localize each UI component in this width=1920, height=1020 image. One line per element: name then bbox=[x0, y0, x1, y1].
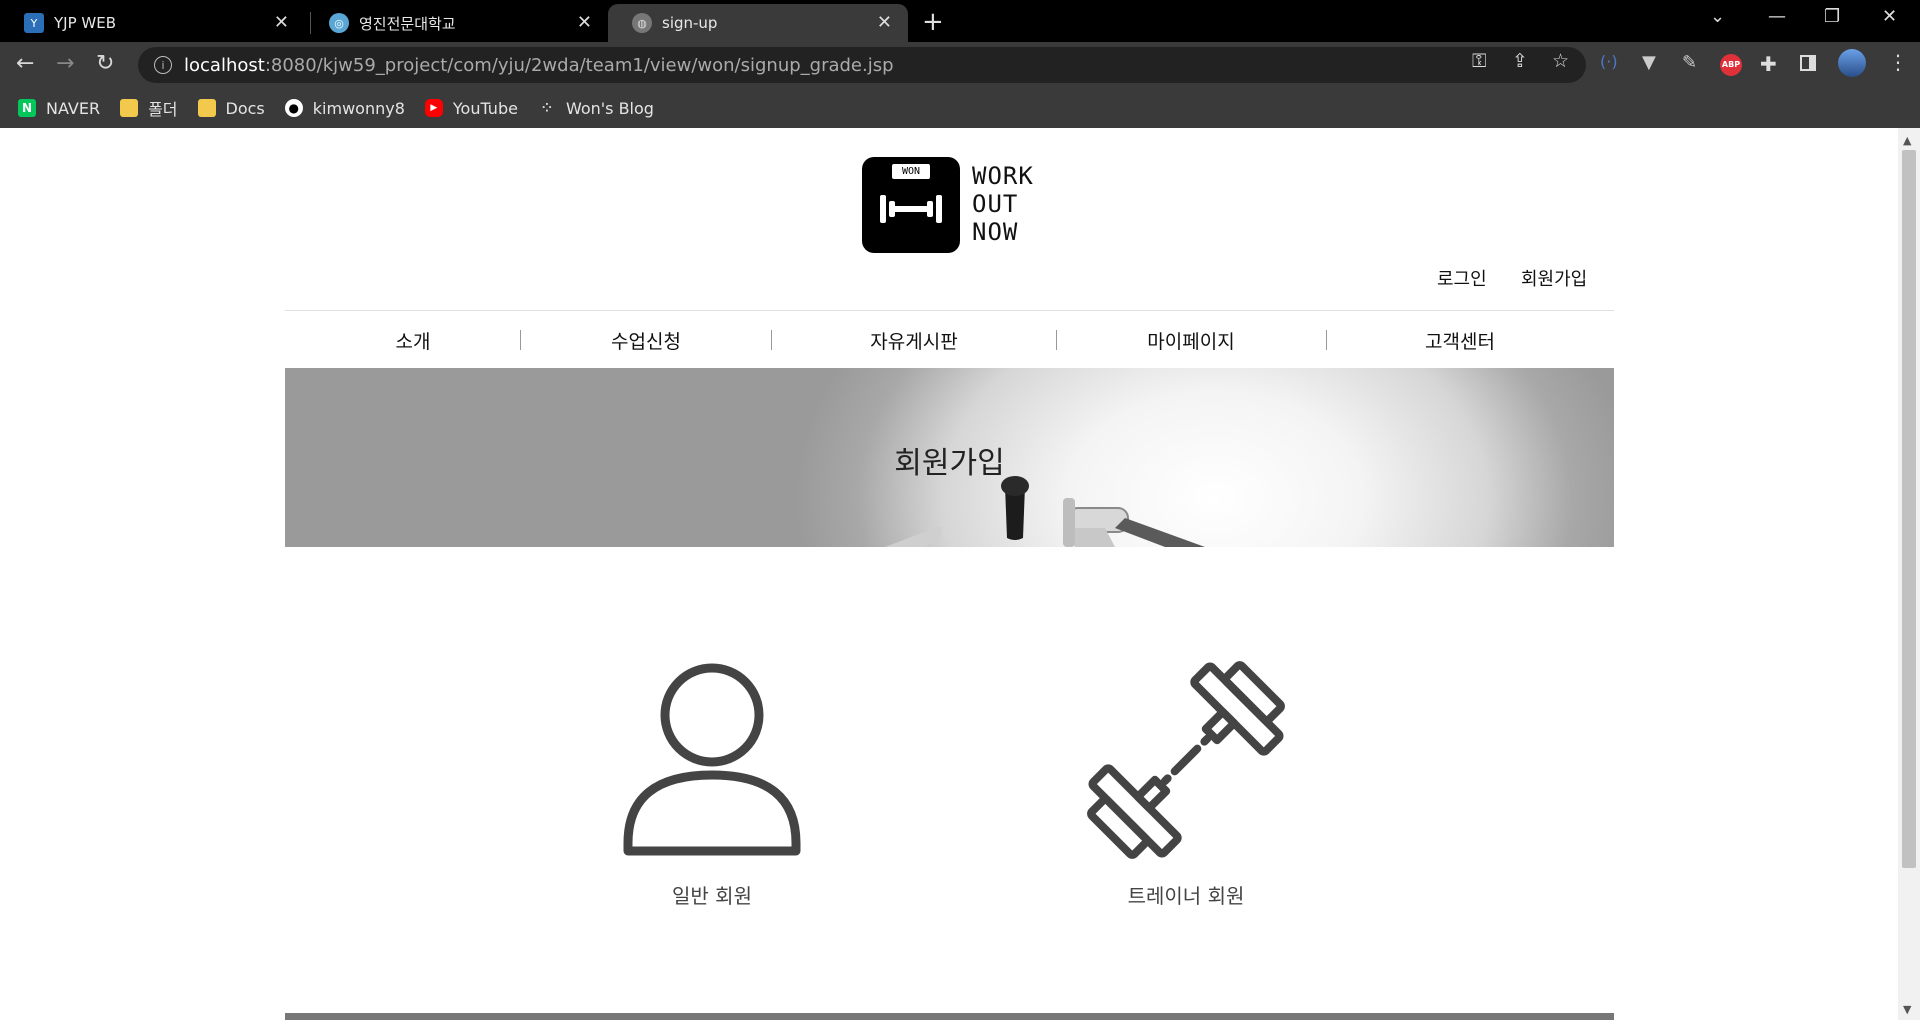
tab-title: 영진전문대학교 bbox=[359, 14, 456, 33]
hero-banner: 회원가입 bbox=[285, 368, 1614, 547]
trainer-member-label: 트레이너 회원 bbox=[1127, 884, 1245, 908]
tab-title: YJP WEB bbox=[54, 14, 116, 32]
browser-toolbar: ← → ↻ i localhost:8080/kjw59_project/com… bbox=[0, 42, 1920, 88]
dumbbell-icon bbox=[1087, 661, 1285, 859]
header-divider bbox=[285, 310, 1614, 311]
footer-edge bbox=[285, 1013, 1614, 1020]
more-menu-icon[interactable]: ⋮ bbox=[1888, 50, 1908, 74]
bookmark-label: NAVER bbox=[46, 98, 101, 118]
signup-link[interactable]: 회원가입 bbox=[1521, 265, 1587, 291]
back-arrow-icon[interactable]: ← bbox=[16, 51, 34, 76]
bookmark-label: 폴더 bbox=[148, 100, 178, 119]
minimize-icon[interactable]: — bbox=[1768, 6, 1786, 27]
globe-icon: ◍ bbox=[632, 13, 652, 33]
new-tab-button[interactable]: + bbox=[922, 7, 944, 37]
tab-yjp-web[interactable]: Y YJP WEB ✕ bbox=[0, 4, 305, 42]
github-icon: ● bbox=[284, 99, 303, 117]
tab-yju[interactable]: ◎ 영진전문대학교 ✕ bbox=[305, 4, 608, 42]
bookmark-folder[interactable]: 폴더 bbox=[120, 96, 178, 120]
tab-sign-up[interactable]: ◍ sign-up ✕ bbox=[608, 4, 908, 42]
tistory-icon: ⁘ bbox=[541, 101, 552, 115]
menu-divider bbox=[1326, 330, 1327, 350]
window-close-icon[interactable]: ✕ bbox=[1882, 6, 1897, 27]
browser-tab-bar: Y YJP WEB ✕ ◎ 영진전문대학교 ✕ ◍ sign-up ✕ + ⌄ … bbox=[0, 0, 1920, 42]
bookmark-label: Docs bbox=[225, 98, 265, 118]
abp-label: ABP bbox=[1721, 60, 1741, 69]
bookmark-docs[interactable]: Docs bbox=[197, 98, 265, 118]
folder-icon bbox=[197, 99, 216, 117]
menu-item-class-apply[interactable]: 수업신청 bbox=[611, 327, 681, 354]
close-tab-icon[interactable]: ✕ bbox=[274, 12, 289, 33]
close-tab-icon[interactable]: ✕ bbox=[877, 12, 892, 33]
person-icon bbox=[623, 663, 801, 856]
url-host: localhost bbox=[184, 54, 265, 76]
yju-favicon-icon: ◎ bbox=[329, 13, 349, 33]
trainer-member-option[interactable]: 트레이너 회원 bbox=[1066, 655, 1306, 915]
general-member-label: 일반 회원 bbox=[672, 884, 752, 908]
tab-search-chevron-icon[interactable]: ⌄ bbox=[1710, 6, 1725, 27]
menu-divider bbox=[520, 330, 521, 350]
scroll-down-icon[interactable]: ▼ bbox=[1903, 1003, 1911, 1016]
bookmark-github[interactable]: ● kimwonny8 bbox=[284, 98, 405, 118]
hero-title: 회원가입 bbox=[894, 446, 1005, 481]
naver-icon: N bbox=[18, 99, 36, 117]
login-link[interactable]: 로그인 bbox=[1437, 265, 1487, 291]
extensions-puzzle-icon[interactable]: ✚ bbox=[1760, 52, 1777, 76]
bookmark-label: Won's Blog bbox=[565, 98, 654, 118]
url-path: :8080/kjw59_project/com/yju/2wda/team1/v… bbox=[264, 54, 894, 76]
profile-avatar[interactable] bbox=[1838, 49, 1866, 77]
share-icon[interactable]: ⇪ bbox=[1512, 50, 1528, 72]
tab-title: sign-up bbox=[662, 14, 718, 32]
youtube-icon: ▶ bbox=[424, 99, 443, 117]
reload-icon[interactable]: ↻ bbox=[96, 51, 114, 76]
extension-reader-icon[interactable]: (·) bbox=[1600, 52, 1618, 71]
logo-dumbbell-icon bbox=[880, 195, 942, 223]
address-bar[interactable]: i localhost:8080/kjw59_project/com/yju/2… bbox=[138, 47, 1586, 83]
logo-wordmark: WORK OUT NOW bbox=[972, 162, 1034, 246]
scrollbar-thumb[interactable] bbox=[1902, 150, 1916, 868]
bookmark-star-icon[interactable]: ☆ bbox=[1552, 50, 1569, 72]
close-tab-icon[interactable]: ✕ bbox=[577, 12, 592, 33]
restore-icon[interactable]: ❐ bbox=[1824, 6, 1840, 27]
menu-item-customer-center[interactable]: 고객센터 bbox=[1425, 327, 1495, 354]
scroll-up-icon[interactable]: ▲ bbox=[1903, 134, 1911, 147]
bookmark-label: YouTube bbox=[452, 98, 518, 118]
logo-line: NOW bbox=[972, 218, 1019, 246]
bookmarks-bar: N NAVER 폴더 Docs ● kimwonny8 ▶ YouTube ⁘ Won'… bbox=[0, 88, 1920, 128]
menu-item-mypage[interactable]: 마이페이지 bbox=[1147, 327, 1234, 354]
yjp-favicon-icon: Y bbox=[24, 13, 44, 33]
bookmark-youtube[interactable]: ▶ YouTube bbox=[424, 98, 518, 118]
general-member-option[interactable]: 일반 회원 bbox=[592, 655, 832, 915]
menu-item-intro[interactable]: 소개 bbox=[396, 327, 431, 354]
extension-v-icon[interactable]: ▼ bbox=[1642, 52, 1656, 73]
logo-line: OUT bbox=[972, 190, 1019, 218]
site-info-icon[interactable]: i bbox=[154, 56, 172, 74]
menu-item-free-board[interactable]: 자유게시판 bbox=[870, 327, 957, 354]
extension-pen-icon[interactable]: ✎ bbox=[1682, 52, 1697, 73]
menu-divider bbox=[1056, 330, 1057, 350]
bookmark-blog[interactable]: ⁘ Won's Blog bbox=[538, 99, 654, 118]
bookmark-label: kimwonny8 bbox=[312, 98, 405, 118]
side-panel-icon[interactable] bbox=[1800, 55, 1816, 71]
key-icon[interactable]: ⚿ bbox=[1472, 50, 1486, 72]
forward-arrow-icon[interactable]: → bbox=[56, 51, 74, 76]
logo-line: WORK bbox=[972, 162, 1034, 190]
bookmark-naver[interactable]: N NAVER bbox=[18, 99, 100, 118]
folder-icon bbox=[120, 99, 139, 117]
menu-divider bbox=[771, 330, 772, 350]
adblock-plus-icon[interactable]: ABP bbox=[1720, 54, 1742, 76]
site-logo[interactable]: WON bbox=[862, 157, 960, 253]
